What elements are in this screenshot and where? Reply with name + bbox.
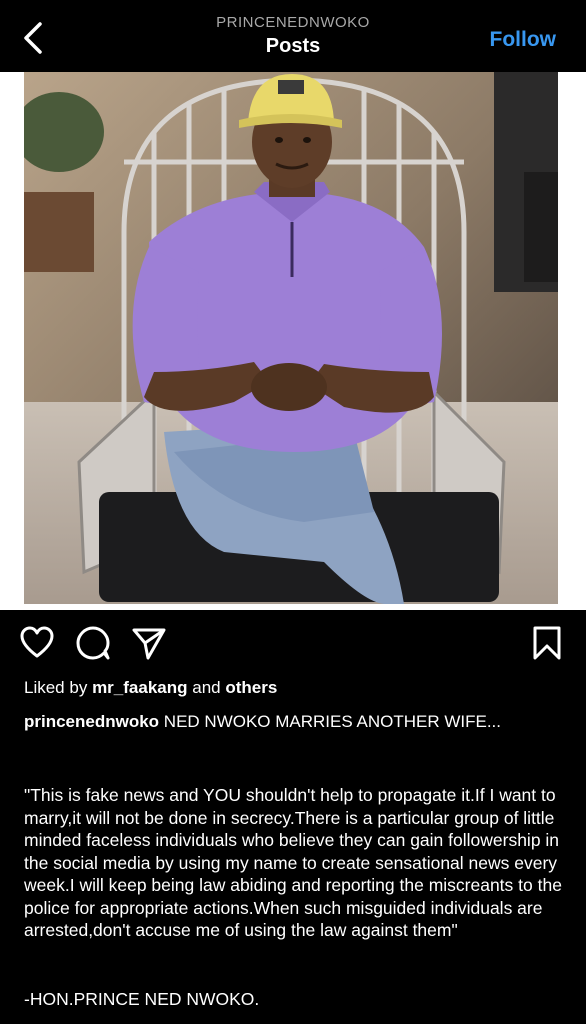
liked-by-and: and [192, 678, 221, 697]
likes-summary: Liked by mr_faakang and others [24, 678, 277, 698]
comment-icon [76, 626, 110, 660]
save-button[interactable] [530, 626, 564, 660]
heart-icon [20, 626, 54, 658]
bookmark-icon [533, 626, 561, 660]
like-button[interactable] [20, 626, 54, 660]
top-bar: PRINCENEDNWOKO Posts Follow [0, 0, 586, 72]
liked-by-others[interactable]: others [225, 678, 277, 697]
follow-button[interactable]: Follow [490, 28, 557, 52]
caption-username[interactable]: princenednwoko [24, 712, 159, 731]
liked-by-prefix: Liked by [24, 678, 88, 697]
caption-quote: "This is fake news and YOU shouldn't hel… [24, 785, 562, 940]
caption-text: NED NWOKO MARRIES ANOTHER WIFE... [159, 712, 501, 731]
caption-signature: -HON.PRINCE NED NWOKO. [24, 989, 260, 1009]
post-image-frame [0, 72, 586, 610]
comment-button[interactable] [76, 626, 110, 660]
send-icon [132, 628, 166, 660]
post-actions [0, 620, 586, 666]
post-image[interactable] [24, 72, 558, 604]
share-button[interactable] [132, 626, 166, 660]
liked-by-user[interactable]: mr_faakang [92, 678, 187, 697]
post-caption: princenednwoko NED NWOKO MARRIES ANOTHER… [24, 711, 564, 733]
